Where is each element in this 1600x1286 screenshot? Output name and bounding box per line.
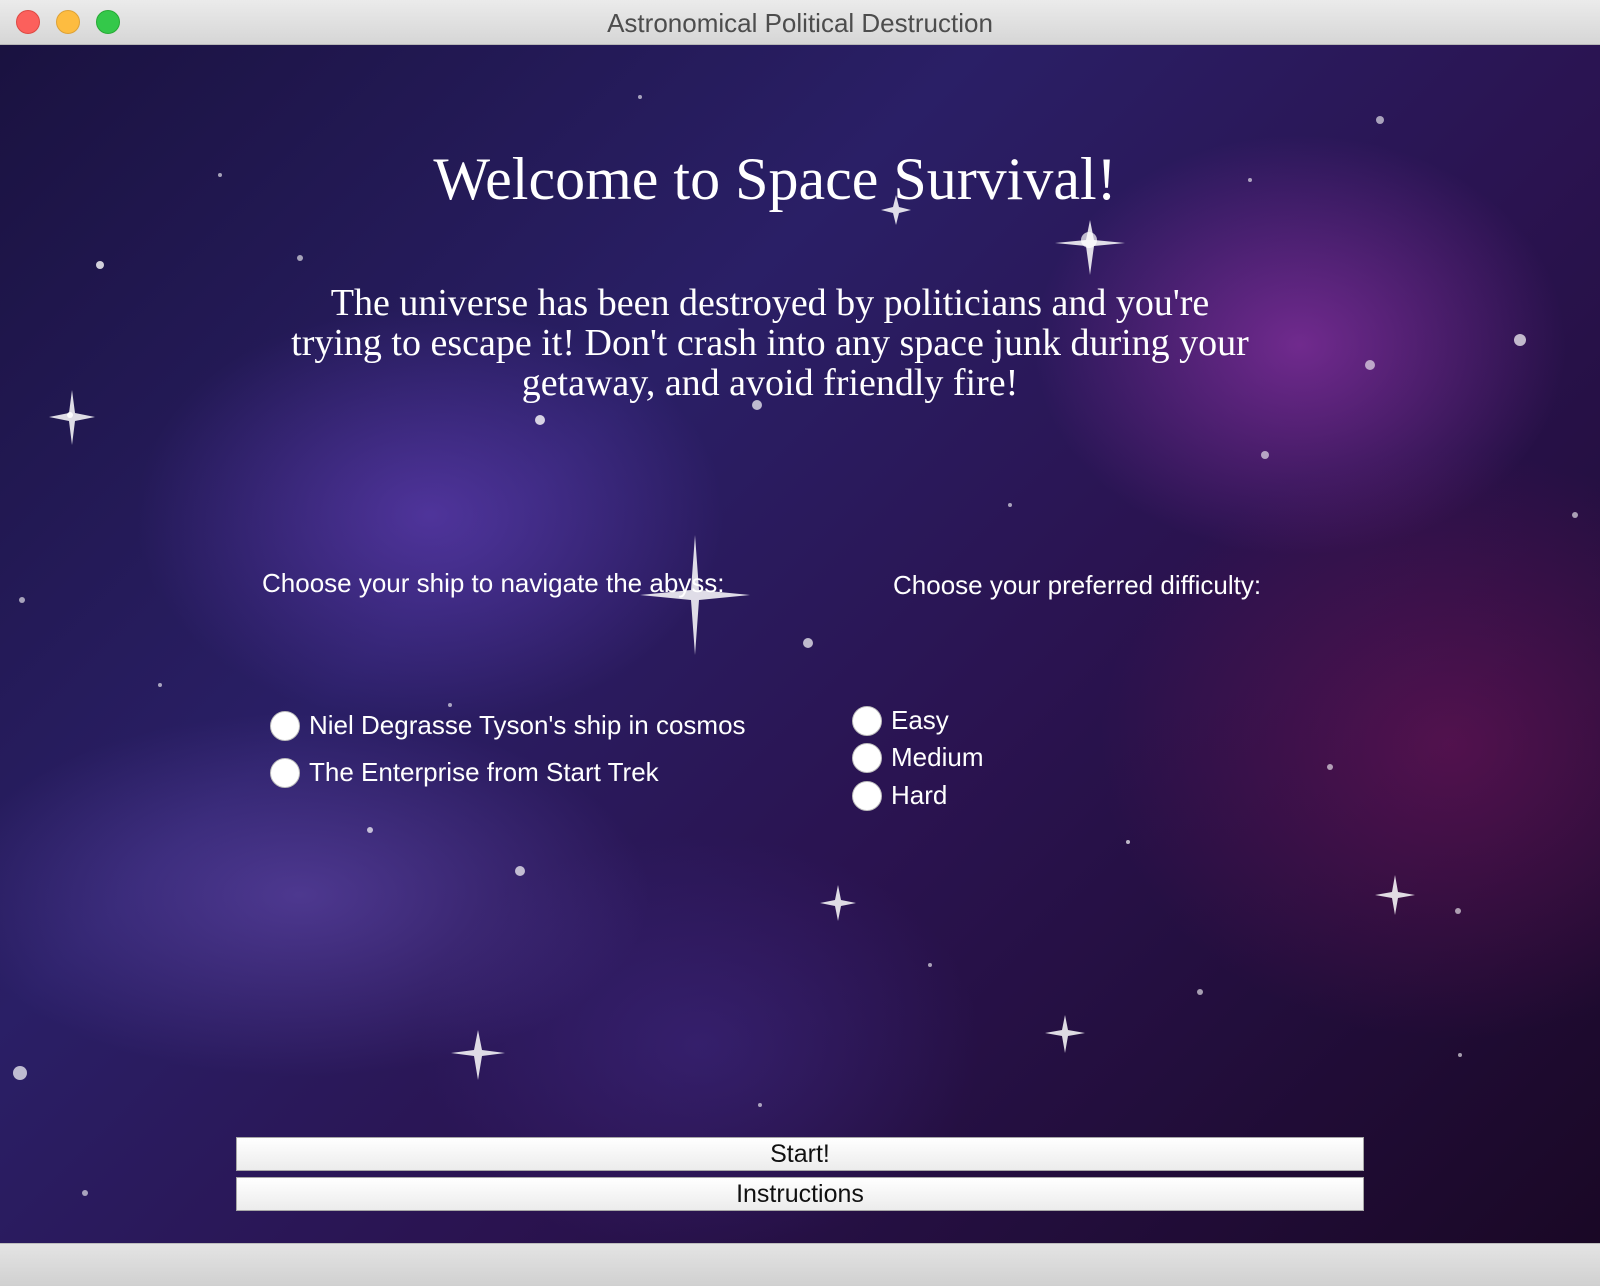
ship-option-enterprise[interactable]: The Enterprise from Start Trek xyxy=(270,757,659,788)
difficulty-option-label: Medium xyxy=(891,742,984,772)
radio-button[interactable] xyxy=(852,780,882,811)
ship-option-label: Niel Degrasse Tyson's ship in cosmos xyxy=(309,710,746,740)
intro-text: The universe has been destroyed by polit… xyxy=(291,282,1249,404)
stars-decoration xyxy=(13,95,1578,1196)
radio-button[interactable] xyxy=(270,710,300,741)
starfield-background: Welcome to Space Survival! The universe … xyxy=(0,45,1600,1243)
ship-option-tyson[interactable]: Niel Degrasse Tyson's ship in cosmos xyxy=(270,710,746,741)
radio-button[interactable] xyxy=(852,742,882,773)
title-bar[interactable]: Astronomical Political Destruction xyxy=(0,0,1600,45)
difficulty-option-easy[interactable]: Easy xyxy=(852,705,949,736)
difficulty-option-label: Hard xyxy=(891,780,948,810)
difficulty-option-hard[interactable]: Hard xyxy=(852,780,947,811)
difficulty-option-medium[interactable]: Medium xyxy=(852,742,983,773)
instructions-button[interactable]: Instructions xyxy=(236,1177,1364,1211)
start-button[interactable]: Start! xyxy=(236,1137,1364,1171)
ship-option-label: The Enterprise from Start Trek xyxy=(309,757,659,787)
radio-button[interactable] xyxy=(852,705,882,736)
difficulty-prompt: Choose your preferred difficulty: xyxy=(893,570,1262,600)
page-title: Welcome to Space Survival! xyxy=(433,146,1117,212)
window-title: Astronomical Political Destruction xyxy=(607,8,993,38)
difficulty-option-label: Easy xyxy=(891,705,949,735)
radio-button[interactable] xyxy=(270,757,300,788)
app-window: Astronomical Political Destruction Welco… xyxy=(0,0,1600,1286)
ship-prompt: Choose your ship to navigate the abyss: xyxy=(262,568,725,598)
window-bottom-bar xyxy=(0,1243,1600,1286)
